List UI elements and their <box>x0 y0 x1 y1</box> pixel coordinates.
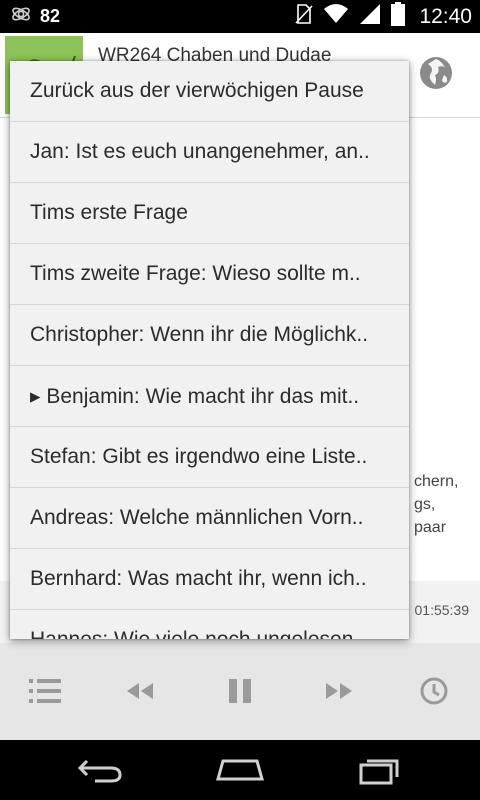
chapter-item[interactable]: Christopher: Wenn ihr die Möglichk.. <box>10 305 409 366</box>
player-controls <box>0 643 480 740</box>
show-notes-text: chern, gs, paar <box>414 473 459 536</box>
clock: 12:40 <box>419 4 472 28</box>
chapter-item[interactable]: Tims zweite Frage: Wieso sollte m.. <box>10 244 409 305</box>
notification-count: 82 <box>40 6 61 26</box>
navigation-bar <box>0 740 480 800</box>
status-bar: 82 12:40 <box>0 0 480 33</box>
chapter-item[interactable]: Bernhard: Was macht ihr, wenn ich.. <box>10 549 409 610</box>
wifi-icon <box>323 3 349 30</box>
chapter-item[interactable]: Jan: Ist es euch unangenehmer, an.. <box>10 122 409 183</box>
signal-icon <box>359 3 381 30</box>
chapter-item[interactable]: Stefan: Gibt es irgendwo eine Liste.. <box>10 427 409 488</box>
battery-icon <box>391 2 406 31</box>
pause-icon[interactable] <box>220 671 260 711</box>
chapter-item[interactable]: Tims erste Frage <box>10 183 409 244</box>
fast-forward-icon[interactable] <box>319 671 359 711</box>
recent-apps-icon[interactable] <box>352 752 408 788</box>
chapter-item[interactable]: Andreas: Welche männlichen Vorn.. <box>10 488 409 549</box>
back-icon[interactable] <box>72 752 128 788</box>
no-sim-icon <box>293 3 314 30</box>
chapter-list-icon[interactable] <box>26 671 66 711</box>
rewind-icon[interactable] <box>120 671 160 711</box>
globe-icon[interactable] <box>418 55 454 91</box>
chapter-item[interactable]: Hannes: Wie viele noch ungelesen.. <box>10 610 409 639</box>
sleep-timer-icon[interactable] <box>414 671 454 711</box>
podcast-notification-icon <box>10 3 32 30</box>
home-icon[interactable] <box>212 752 268 788</box>
chapter-item-current[interactable]: ▸ Benjamin: Wie macht ihr das mit.. <box>10 366 409 427</box>
time-remaining: 01:55:39 <box>414 602 470 618</box>
chapter-menu: Zurück aus der vierwöchigen Pause Jan: I… <box>10 61 409 639</box>
chapter-item[interactable]: Zurück aus der vierwöchigen Pause <box>10 61 409 122</box>
